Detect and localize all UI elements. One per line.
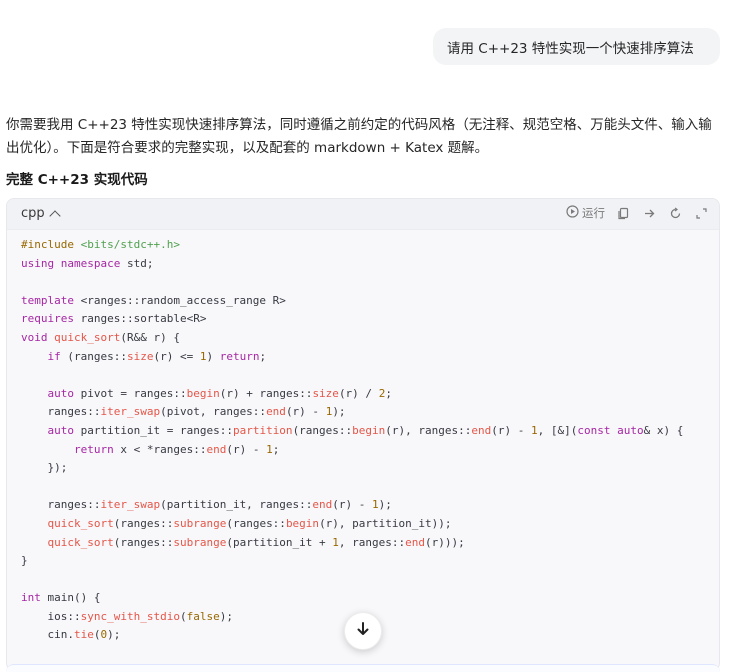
code-line: int main() { bbox=[21, 591, 101, 605]
chevron-up-icon bbox=[48, 209, 61, 222]
code-line: quick_sort(ranges::subrange(ranges::begi… bbox=[47, 516, 452, 530]
code-content[interactable]: #include <bits/stdc++.h> using namespace… bbox=[21, 236, 683, 645]
refresh-icon[interactable] bbox=[667, 205, 683, 221]
share-icon[interactable] bbox=[641, 205, 657, 221]
assistant-answer-intro: 你需要我用 C++23 特性实现快速排序算法，同时遵循之前约定的代码风格（无注释… bbox=[6, 117, 712, 156]
code-line: if (ranges::size(r) <= 1) return; bbox=[47, 349, 267, 363]
code-line: auto pivot = ranges::begin(r) + ranges::… bbox=[47, 386, 392, 400]
code-line: } bbox=[21, 554, 28, 568]
run-button[interactable]: 运行 bbox=[566, 205, 605, 221]
arrow-down-icon bbox=[355, 621, 371, 641]
code-line: auto partition_it = ranges::partition(ra… bbox=[47, 423, 684, 437]
expand-icon[interactable] bbox=[693, 205, 709, 221]
code-block: cpp 运行 #include <bits/stdc++.h> using na… bbox=[6, 198, 720, 671]
user-message-bubble: 请用 C++23 特性实现一个快速排序算法 bbox=[433, 28, 720, 65]
code-line: ios::sync_with_stdio(false); bbox=[21, 609, 233, 623]
play-circle-icon bbox=[566, 205, 579, 221]
code-line: }); bbox=[21, 461, 68, 475]
code-line: #include <bits/stdc++.h> bbox=[21, 238, 180, 251]
user-message-text: 请用 C++23 特性实现一个快速排序算法 bbox=[447, 40, 694, 57]
language-selector[interactable]: cpp bbox=[21, 206, 61, 222]
code-line: using namespace std; bbox=[21, 256, 154, 270]
code-line: template <ranges::random_access_range R> bbox=[21, 293, 286, 307]
code-line: requires ranges::sortable<R> bbox=[21, 312, 207, 326]
code-actions: 运行 bbox=[566, 205, 709, 221]
code-line: ranges::iter_swap(pivot, ranges::end(r) … bbox=[21, 405, 346, 419]
section-title: 完整 C++23 实现代码 bbox=[6, 172, 148, 188]
code-line: ranges::iter_swap(partition_it, ranges::… bbox=[21, 498, 392, 512]
code-line: void quick_sort(R&& r) { bbox=[21, 330, 180, 344]
copy-icon[interactable] bbox=[615, 205, 631, 221]
code-line: cin.tie(0); bbox=[21, 628, 121, 642]
language-label: cpp bbox=[21, 206, 45, 221]
scroll-to-bottom-button[interactable] bbox=[344, 612, 382, 650]
code-line: quick_sort(ranges::subrange(partition_it… bbox=[47, 535, 465, 549]
run-label: 运行 bbox=[582, 206, 605, 220]
code-line: return x < *ranges::end(r) - 1; bbox=[73, 442, 280, 456]
code-block-header: cpp 运行 bbox=[7, 199, 719, 230]
